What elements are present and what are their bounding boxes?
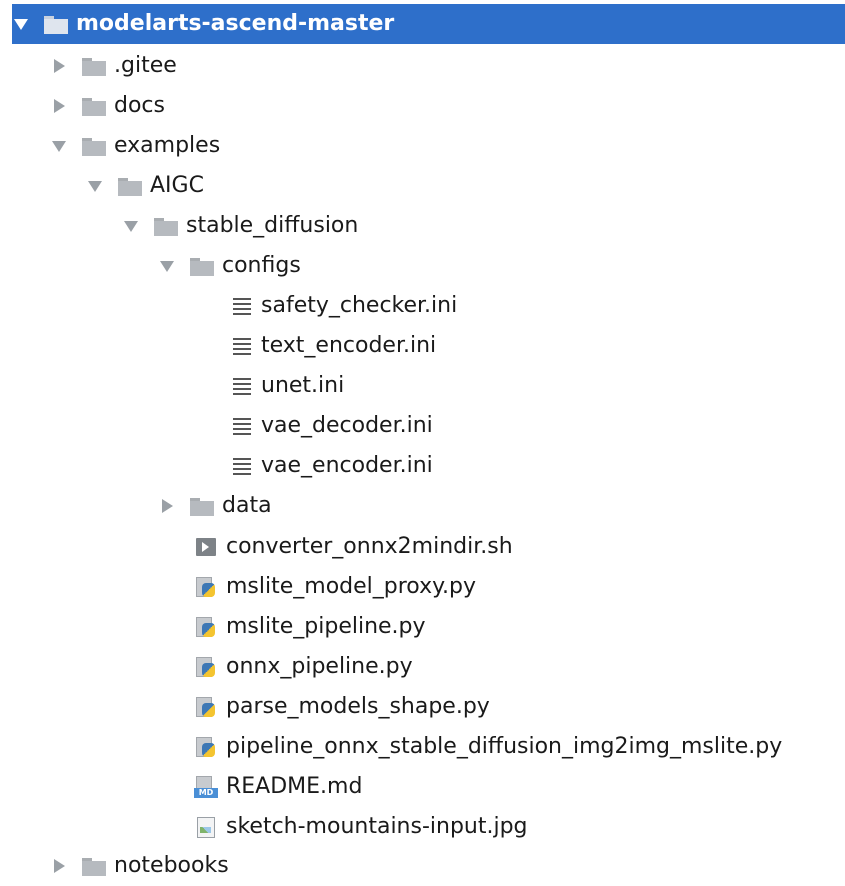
folder-icon bbox=[118, 175, 142, 197]
tree-item-label: .gitee bbox=[114, 53, 177, 78]
python-file-icon bbox=[194, 616, 218, 638]
text-file-icon bbox=[233, 455, 251, 477]
folder-icon bbox=[190, 255, 214, 277]
chevron-right-icon[interactable] bbox=[52, 59, 66, 73]
tree-item-label: configs bbox=[222, 253, 301, 278]
image-file-icon bbox=[194, 816, 218, 838]
text-file-icon bbox=[233, 335, 251, 357]
folder-icon bbox=[44, 13, 68, 35]
tree-item-mslite-model-proxy-py[interactable]: mslite_model_proxy.py bbox=[194, 567, 476, 607]
tree-item-mslite-pipeline-py[interactable]: mslite_pipeline.py bbox=[194, 607, 426, 647]
tree-item-notebooks[interactable]: notebooks bbox=[52, 846, 229, 886]
folder-icon bbox=[82, 55, 106, 77]
tree-item-label: unet.ini bbox=[261, 373, 345, 398]
chevron-down-icon[interactable] bbox=[52, 139, 66, 153]
shell-script-icon bbox=[196, 538, 216, 556]
tree-item-gitee[interactable]: .gitee bbox=[52, 46, 177, 86]
tree-item-pipeline-img2img-py[interactable]: pipeline_onnx_stable_diffusion_img2img_m… bbox=[194, 727, 782, 767]
tree-item-label: vae_decoder.ini bbox=[261, 413, 433, 438]
tree-root-label: modelarts-ascend-master bbox=[76, 11, 395, 36]
chevron-right-icon[interactable] bbox=[52, 99, 66, 113]
folder-icon bbox=[82, 855, 106, 877]
python-file-icon bbox=[194, 696, 218, 718]
tree-root-row[interactable]: modelarts-ascend-master bbox=[12, 4, 845, 44]
tree-item-safety-checker-ini[interactable]: safety_checker.ini bbox=[230, 286, 457, 326]
tree-item-readme-md[interactable]: README.md bbox=[194, 767, 362, 807]
folder-icon bbox=[154, 215, 178, 237]
tree-item-label: onnx_pipeline.py bbox=[226, 654, 413, 679]
tree-item-label: pipeline_onnx_stable_diffusion_img2img_m… bbox=[226, 734, 783, 759]
chevron-down-icon[interactable] bbox=[88, 179, 102, 193]
tree-item-label: text_encoder.ini bbox=[261, 333, 437, 358]
tree-item-label: sketch-mountains-input.jpg bbox=[226, 814, 528, 839]
chevron-down-icon[interactable] bbox=[160, 259, 174, 273]
tree-item-configs[interactable]: configs bbox=[160, 246, 301, 286]
chevron-down-icon[interactable] bbox=[124, 219, 138, 233]
tree-item-label: README.md bbox=[226, 774, 363, 799]
tree-item-docs[interactable]: docs bbox=[52, 86, 165, 126]
chevron-right-icon[interactable] bbox=[160, 499, 174, 513]
tree-item-label: examples bbox=[114, 133, 221, 158]
python-file-icon bbox=[194, 736, 218, 758]
text-file-icon bbox=[233, 295, 251, 317]
tree-item-label: AIGC bbox=[150, 173, 204, 198]
text-file-icon bbox=[233, 375, 251, 397]
tree-item-label: stable_diffusion bbox=[186, 213, 359, 238]
folder-icon bbox=[190, 495, 214, 517]
tree-item-label: docs bbox=[114, 93, 165, 118]
project-tree: modelarts-ascend-master .gitee docs exam… bbox=[0, 0, 845, 880]
folder-icon bbox=[82, 95, 106, 117]
tree-item-label: converter_onnx2mindir.sh bbox=[226, 534, 513, 559]
tree-item-label: mslite_pipeline.py bbox=[226, 614, 426, 639]
tree-item-aigc[interactable]: AIGC bbox=[88, 166, 204, 206]
tree-item-vae-decoder-ini[interactable]: vae_decoder.ini bbox=[230, 406, 433, 446]
tree-item-sketch-mountains-jpg[interactable]: sketch-mountains-input.jpg bbox=[194, 807, 528, 847]
text-file-icon bbox=[233, 415, 251, 437]
tree-item-parse-models-shape-py[interactable]: parse_models_shape.py bbox=[194, 687, 490, 727]
tree-item-label: vae_encoder.ini bbox=[261, 453, 433, 478]
markdown-file-icon bbox=[194, 776, 218, 798]
tree-item-label: notebooks bbox=[114, 853, 229, 878]
tree-item-label: mslite_model_proxy.py bbox=[226, 574, 476, 599]
tree-item-label: data bbox=[222, 493, 272, 518]
tree-item-vae-encoder-ini[interactable]: vae_encoder.ini bbox=[230, 446, 433, 486]
tree-item-data[interactable]: data bbox=[160, 486, 272, 526]
tree-item-label: safety_checker.ini bbox=[261, 293, 458, 318]
tree-item-stable-diffusion[interactable]: stable_diffusion bbox=[124, 206, 358, 246]
chevron-down-icon[interactable] bbox=[14, 17, 28, 31]
python-file-icon bbox=[194, 656, 218, 678]
folder-icon bbox=[82, 135, 106, 157]
tree-item-converter-sh[interactable]: converter_onnx2mindir.sh bbox=[194, 527, 513, 567]
tree-item-text-encoder-ini[interactable]: text_encoder.ini bbox=[230, 326, 436, 366]
tree-item-label: parse_models_shape.py bbox=[226, 694, 490, 719]
python-file-icon bbox=[194, 576, 218, 598]
tree-item-onnx-pipeline-py[interactable]: onnx_pipeline.py bbox=[194, 647, 413, 687]
tree-item-unet-ini[interactable]: unet.ini bbox=[230, 366, 344, 406]
chevron-right-icon[interactable] bbox=[52, 859, 66, 873]
tree-item-examples[interactable]: examples bbox=[52, 126, 220, 166]
